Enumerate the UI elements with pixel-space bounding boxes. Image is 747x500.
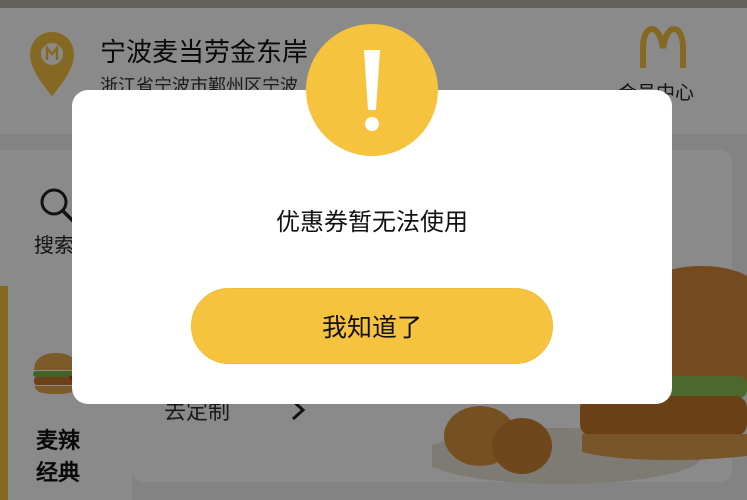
exclamation-icon xyxy=(364,50,380,131)
confirm-button[interactable]: 我知道了 xyxy=(191,288,553,364)
alert-badge xyxy=(306,24,438,156)
dialog-message: 优惠券暂无法使用 xyxy=(276,208,468,236)
